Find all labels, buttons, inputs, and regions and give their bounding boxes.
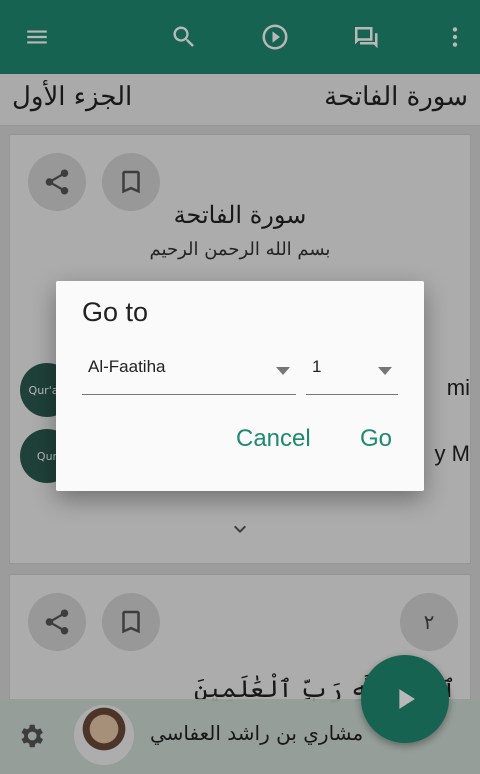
- ayah-select[interactable]: 1: [306, 347, 398, 395]
- dropdown-arrow-icon: [276, 367, 290, 375]
- go-button[interactable]: Go: [360, 425, 392, 453]
- ayah-select-value: 1: [312, 357, 322, 376]
- sura-select[interactable]: Al-Faatiha: [82, 347, 296, 395]
- dropdown-arrow-icon: [378, 367, 392, 375]
- dialog-title: Go to: [82, 297, 149, 327]
- goto-dialog: Go to Al-Faatiha 1 Cancel Go: [56, 281, 424, 491]
- sura-select-value: Al-Faatiha: [88, 357, 166, 376]
- cancel-button[interactable]: Cancel: [236, 425, 311, 453]
